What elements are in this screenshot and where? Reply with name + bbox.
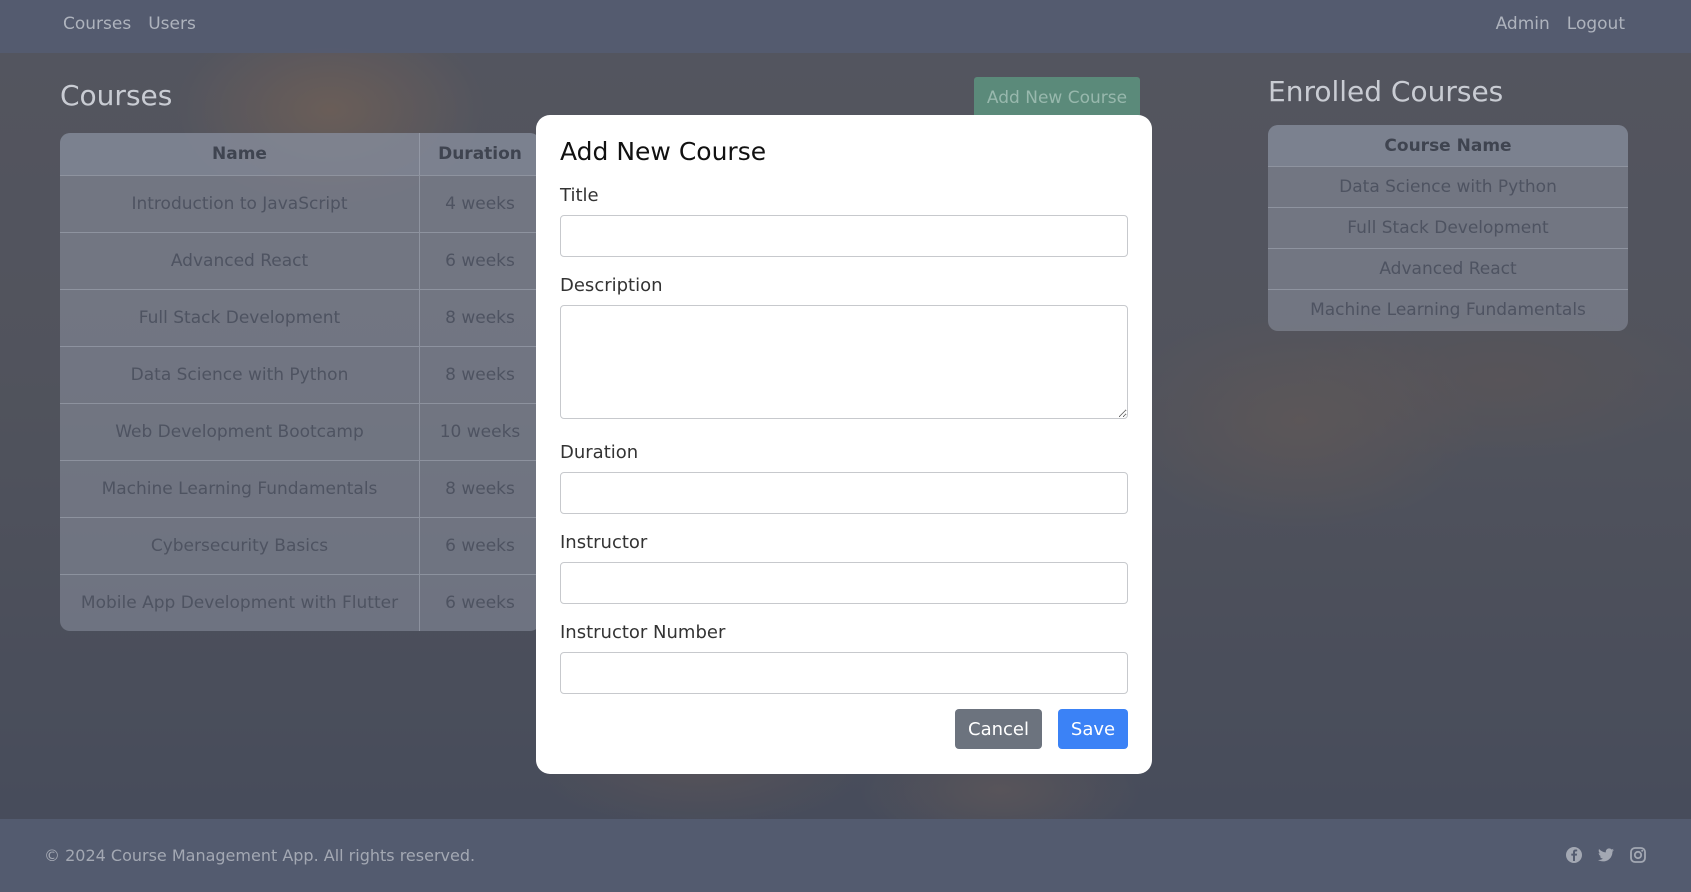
nav-left: Courses Users: [63, 14, 196, 34]
copyright-text: © 2024 Course Management App. All rights…: [44, 846, 476, 865]
instructor-number-input[interactable]: [560, 652, 1128, 694]
column-header-duration: Duration: [438, 144, 522, 164]
list-item: Data Science with Python: [1268, 166, 1628, 207]
add-course-modal: Add New Course Title Description Duratio…: [536, 115, 1152, 774]
course-duration-cell: 10 weeks: [439, 422, 521, 442]
enrolled-courses-heading: Enrolled Courses: [1268, 75, 1504, 108]
table-row: Mobile App Development with Flutter 6 we…: [60, 574, 540, 631]
duration-input[interactable]: [560, 472, 1128, 514]
course-duration-cell: 6 weeks: [445, 593, 515, 613]
course-name-cell: Web Development Bootcamp: [60, 404, 420, 460]
course-name-cell: Machine Learning Fundamentals: [60, 461, 420, 517]
nav-link-admin[interactable]: Admin: [1496, 14, 1550, 34]
modal-title: Add New Course: [560, 137, 767, 166]
course-duration-cell: 4 weeks: [445, 194, 515, 214]
description-label: Description: [560, 275, 663, 296]
table-row: Full Stack Development 8 weeks: [60, 289, 540, 346]
twitter-icon[interactable]: [1597, 846, 1615, 864]
course-name-cell: Introduction to JavaScript: [60, 176, 420, 232]
nav-link-courses[interactable]: Courses: [63, 14, 131, 34]
title-input[interactable]: [560, 215, 1128, 257]
table-row: Cybersecurity Basics 6 weeks: [60, 517, 540, 574]
table-row: Web Development Bootcamp 10 weeks: [60, 403, 540, 460]
footer: © 2024 Course Management App. All rights…: [0, 819, 1691, 892]
list-item: Full Stack Development: [1268, 207, 1628, 248]
course-name-cell: Full Stack Development: [60, 290, 420, 346]
course-name-cell: Data Science with Python: [60, 347, 420, 403]
enrolled-courses-table: Course Name Data Science with Python Ful…: [1268, 125, 1628, 331]
instagram-icon[interactable]: [1629, 846, 1647, 864]
navbar: Courses Users Admin Logout: [0, 0, 1691, 53]
table-row: Data Science with Python 8 weeks: [60, 346, 540, 403]
list-item: Advanced React: [1268, 248, 1628, 289]
facebook-icon[interactable]: [1565, 846, 1583, 864]
table-row: Advanced React 6 weeks: [60, 232, 540, 289]
instructor-label: Instructor: [560, 532, 648, 553]
instructor-input[interactable]: [560, 562, 1128, 604]
table-row: Machine Learning Fundamentals 8 weeks: [60, 460, 540, 517]
duration-label: Duration: [560, 442, 639, 463]
course-duration-cell: 6 weeks: [445, 251, 515, 271]
course-duration-cell: 8 weeks: [445, 365, 515, 385]
course-name-cell: Cybersecurity Basics: [60, 518, 420, 574]
course-name-cell: Mobile App Development with Flutter: [60, 575, 420, 631]
course-duration-cell: 6 weeks: [445, 536, 515, 556]
course-name-cell: Advanced React: [60, 233, 420, 289]
cancel-button[interactable]: Cancel: [955, 709, 1042, 749]
course-duration-cell: 8 weeks: [445, 479, 515, 499]
description-textarea[interactable]: [560, 305, 1128, 419]
table-row: Introduction to JavaScript 4 weeks: [60, 175, 540, 232]
list-item: Machine Learning Fundamentals: [1268, 289, 1628, 330]
nav-link-logout[interactable]: Logout: [1567, 14, 1625, 34]
column-header-name: Name: [60, 133, 420, 175]
title-label: Title: [560, 185, 599, 206]
nav-right: Admin Logout: [1496, 14, 1625, 34]
courses-heading: Courses: [60, 79, 173, 112]
column-header-course-name: Course Name: [1268, 125, 1628, 166]
course-duration-cell: 8 weeks: [445, 308, 515, 328]
instructor-number-label: Instructor Number: [560, 622, 726, 643]
courses-table: Name Duration Introduction to JavaScript…: [60, 133, 540, 631]
social-links: [1565, 846, 1647, 864]
save-button[interactable]: Save: [1058, 709, 1128, 749]
add-new-course-button[interactable]: Add New Course: [974, 77, 1140, 118]
table-header: Name Duration: [60, 133, 540, 175]
nav-link-users[interactable]: Users: [148, 14, 196, 34]
